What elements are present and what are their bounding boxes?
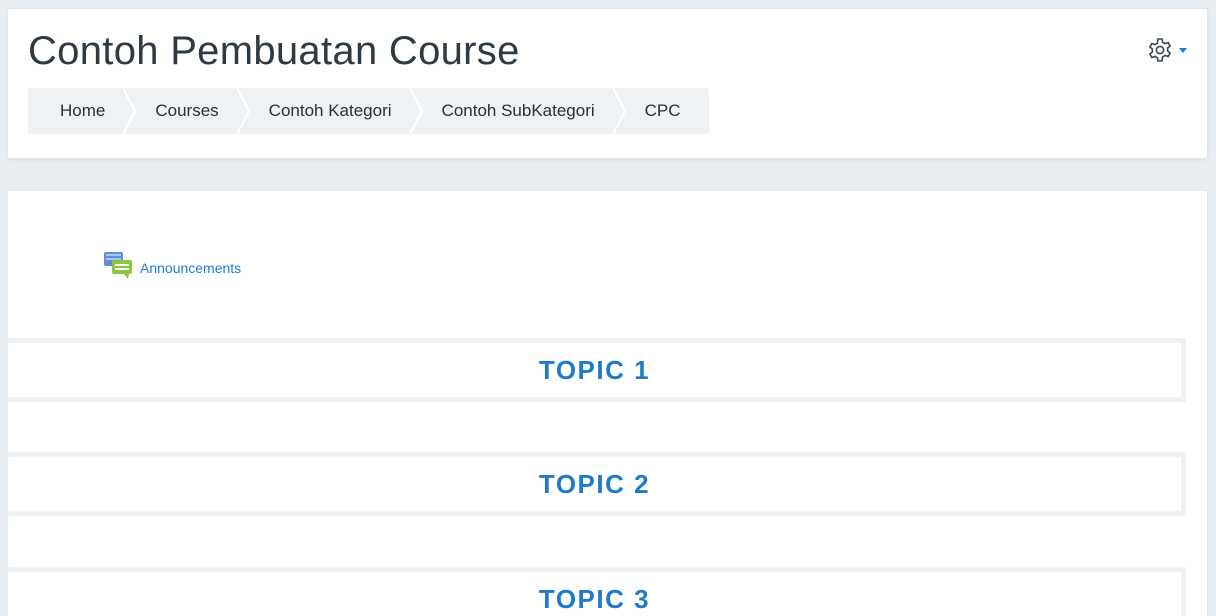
breadcrumb-item-kategori[interactable]: Contoh Kategori — [251, 88, 410, 134]
topic-section-3: TOPIC 3 — [8, 567, 1186, 616]
breadcrumb-item-home[interactable]: Home — [40, 88, 123, 134]
course-content: Announcements TOPIC 1 TOPIC 2 TOPIC 3 — [8, 190, 1208, 616]
breadcrumb-separator-icon — [612, 88, 626, 134]
page-header: Contoh Pembuatan Course Home Courses Con… — [8, 8, 1208, 159]
settings-menu-toggle[interactable] — [1147, 37, 1187, 63]
breadcrumb: Home Courses Contoh Kategori Contoh SubK… — [28, 88, 709, 134]
breadcrumb-separator-icon — [409, 88, 423, 134]
caret-down-icon[interactable] — [1179, 47, 1187, 53]
breadcrumb-separator-icon — [236, 88, 250, 134]
breadcrumb-separator-icon — [123, 88, 137, 134]
forum-icon[interactable] — [102, 249, 134, 286]
breadcrumb-item-cpc[interactable]: CPC — [627, 88, 699, 134]
topic-title-2[interactable]: TOPIC 2 — [539, 469, 650, 500]
topic-title-3[interactable]: TOPIC 3 — [539, 584, 650, 615]
topic-section-2: TOPIC 2 — [8, 452, 1186, 516]
gear-icon[interactable] — [1147, 37, 1173, 63]
topic-title-1[interactable]: TOPIC 1 — [539, 355, 650, 386]
breadcrumb-item-courses[interactable]: Courses — [137, 88, 236, 134]
topic-section-1: TOPIC 1 — [8, 338, 1186, 402]
activity-link-announcements[interactable]: Announcements — [140, 260, 241, 276]
page-title: Contoh Pembuatan Course — [28, 29, 520, 73]
breadcrumb-item-subkategori[interactable]: Contoh SubKategori — [424, 88, 613, 134]
activity-announcements[interactable]: Announcements — [102, 249, 241, 286]
